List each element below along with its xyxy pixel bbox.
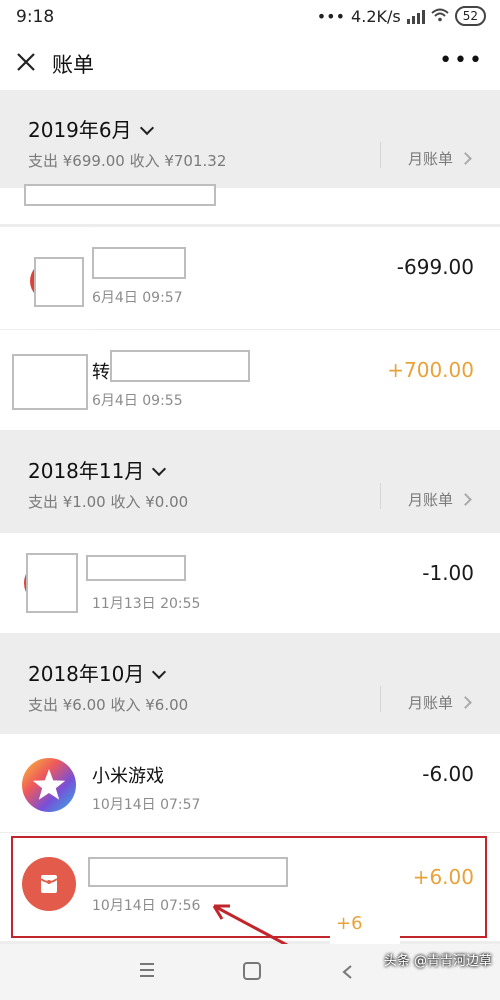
- home-icon[interactable]: [243, 962, 261, 980]
- back-icon[interactable]: [340, 964, 356, 980]
- watermark: 头条 @青青河边草: [383, 954, 492, 969]
- menu-icon[interactable]: [140, 963, 154, 981]
- annotation-arrows: [212, 904, 500, 992]
- overlay-amount: +6: [336, 913, 363, 934]
